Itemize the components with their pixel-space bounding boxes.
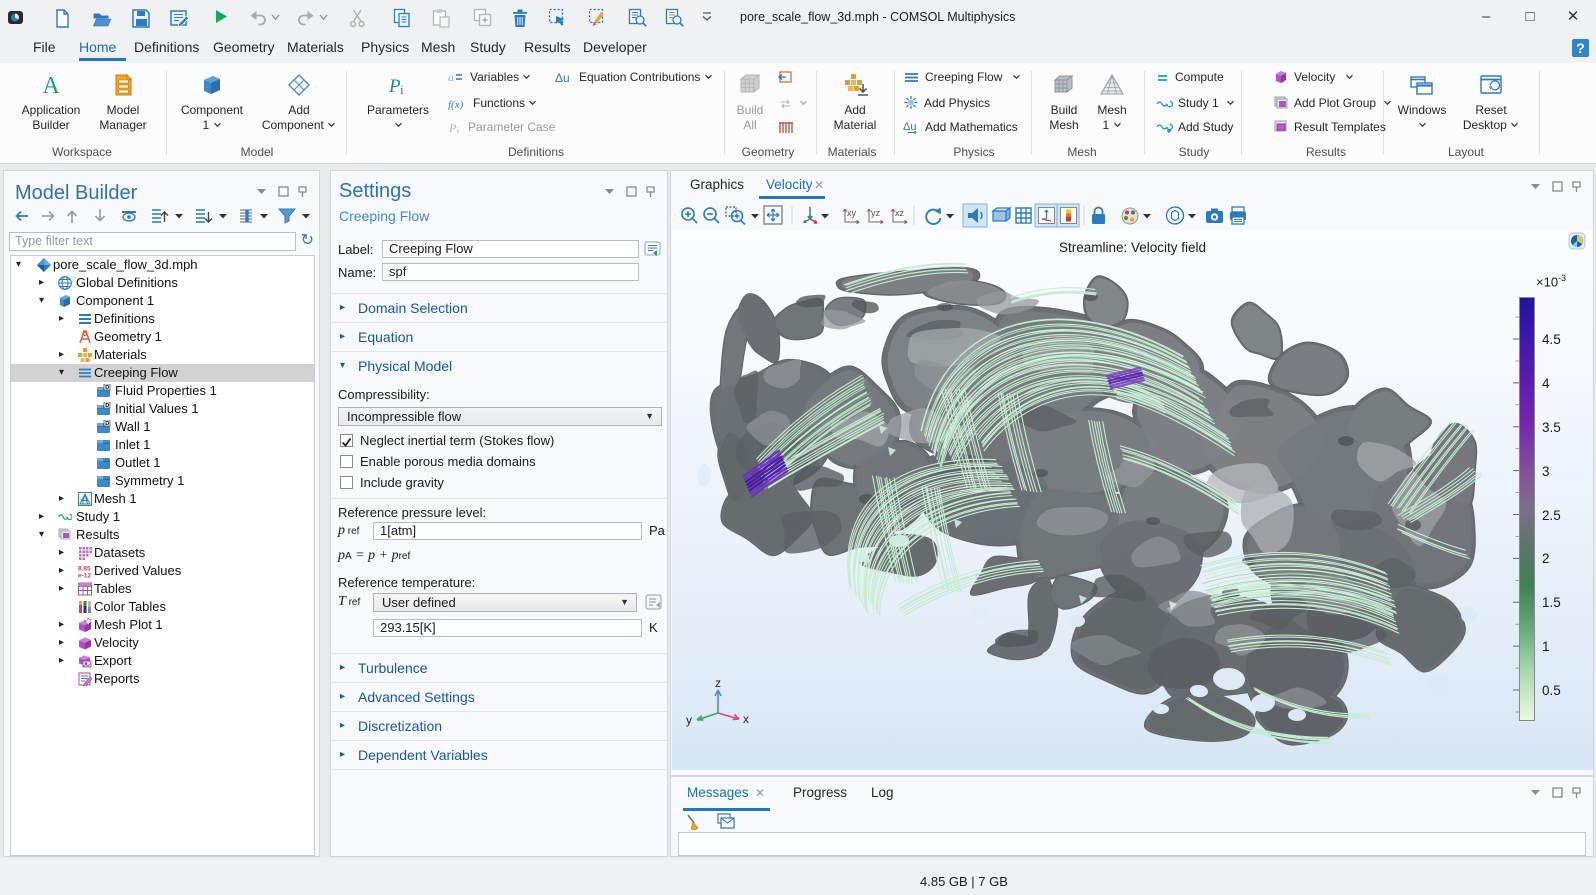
svg-text:P: P	[448, 121, 457, 134]
svg-text:xz: xz	[895, 208, 905, 218]
svg-text:D: D	[105, 385, 109, 391]
svg-text:i: i	[400, 82, 404, 97]
svg-text:f(x): f(x)	[448, 99, 464, 110]
svg-text:A: A	[42, 73, 60, 98]
svg-text:yz: yz	[871, 208, 881, 218]
svg-text:8.85: 8.85	[78, 566, 91, 573]
svg-text:i: i	[457, 126, 459, 134]
svg-text:D: D	[105, 421, 109, 427]
svg-text:D: D	[105, 403, 109, 409]
svg-text:a: a	[448, 70, 454, 84]
svg-text:e-12: e-12	[78, 573, 91, 579]
svg-text:y: y	[686, 713, 692, 727]
svg-text:xy: xy	[847, 208, 857, 218]
svg-text:x: x	[743, 712, 749, 726]
svg-text:Δu: Δu	[555, 71, 570, 84]
svg-text:z: z	[715, 678, 721, 690]
